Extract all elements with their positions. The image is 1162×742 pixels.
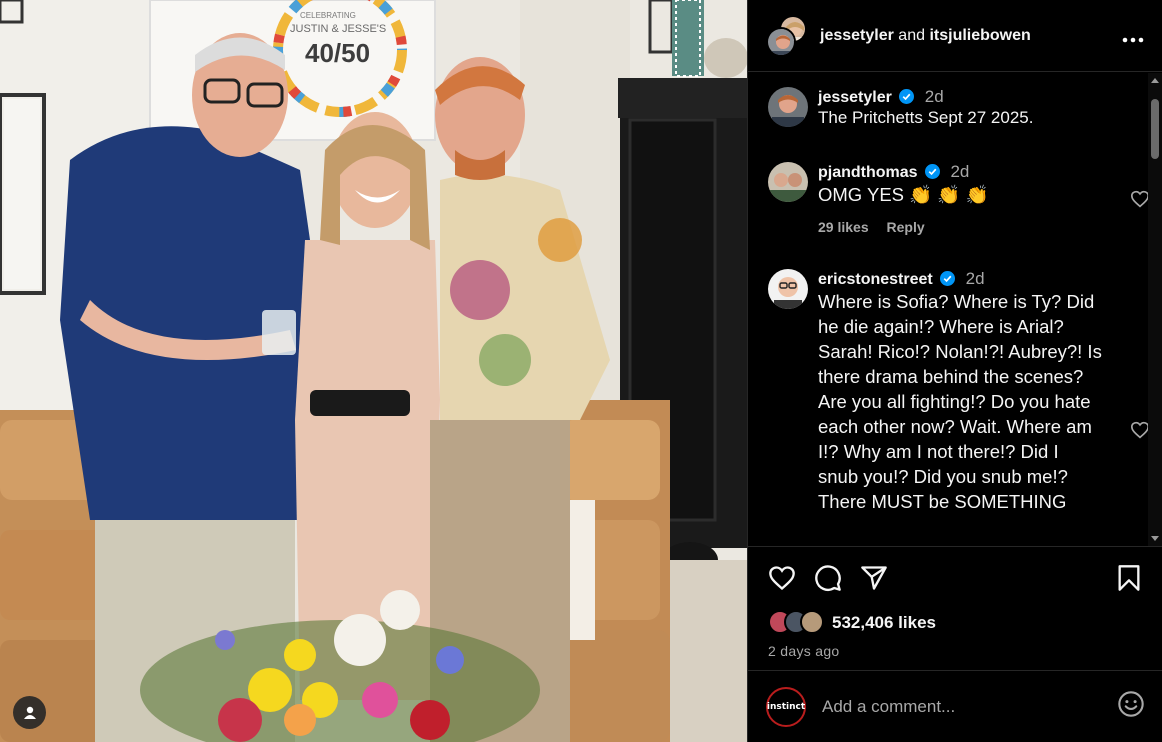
header-and-text: and — [898, 26, 925, 44]
sign-top-text: CELEBRATING — [300, 11, 356, 20]
verified-badge-icon — [940, 271, 956, 286]
comment-input[interactable] — [822, 696, 1117, 717]
like-comment-heart-icon[interactable] — [1130, 421, 1150, 439]
person-icon — [23, 706, 36, 719]
comment-bubble-icon — [815, 565, 841, 591]
comment-username[interactable]: jessetyler — [818, 89, 892, 106]
post-caption: jessetyler 2d The Pritchetts Sept 27 202… — [768, 87, 1128, 129]
action-bar — [748, 547, 1162, 609]
comment-username[interactable]: pjandthomas — [818, 164, 918, 181]
header-username-2[interactable]: itsjuliebowen — [929, 27, 1030, 44]
post-photo[interactable]: CELEBRATING JUSTIN & JESSE'S 40/50 — [0, 0, 747, 742]
post-header: jessetyler and itsjuliebowen — [748, 0, 1162, 72]
comment-time[interactable]: 2d — [925, 87, 944, 106]
collab-avatars[interactable] — [766, 14, 808, 57]
tagged-users-button[interactable] — [13, 696, 46, 729]
emoji-icon — [1118, 691, 1144, 717]
caption-text: The Pritchetts Sept 27 2025. — [818, 108, 1034, 127]
emoji-picker-button[interactable] — [1117, 690, 1145, 723]
photo-illustration: CELEBRATING JUSTIN & JESSE'S 40/50 — [0, 0, 747, 742]
sign-number-text: 40/50 — [305, 38, 370, 68]
comment-item: ericstonestreet 2d Where is Sofia? Where… — [768, 269, 1150, 514]
verified-badge-icon — [925, 164, 941, 179]
comments-scrollbar[interactable] — [1148, 73, 1162, 546]
bookmark-icon — [1118, 565, 1140, 591]
likes-row: 532,406 likes — [748, 609, 1162, 637]
post-actions-section: 532,406 likes 2 days ago — [748, 546, 1162, 659]
liker-avatars[interactable] — [768, 610, 832, 636]
scroll-down-arrow-icon[interactable] — [1151, 536, 1159, 541]
scroll-up-arrow-icon[interactable] — [1151, 78, 1159, 83]
comment-text: OMG YES 👏 👏 👏 — [818, 184, 989, 205]
sign-names-text: JUSTIN & JESSE'S — [290, 23, 386, 35]
like-comment-heart-icon[interactable] — [1130, 190, 1150, 208]
post-timestamp[interactable]: 2 days ago — [748, 643, 1162, 659]
scrollbar-thumb[interactable] — [1151, 99, 1159, 159]
comment-time[interactable]: 2d — [950, 162, 969, 181]
comment-username[interactable]: ericstonestreet — [818, 271, 933, 288]
verified-badge-icon — [899, 89, 915, 104]
reply-button[interactable]: Reply — [887, 219, 925, 235]
post-side-panel: jessetyler and itsjuliebowen jessetyler … — [747, 0, 1162, 742]
likes-count[interactable]: 532,406 likes — [832, 613, 936, 633]
header-username-1[interactable]: jessetyler — [820, 27, 894, 44]
heart-icon — [769, 566, 795, 591]
collab-usernames: jessetyler and itsjuliebowen — [820, 27, 1031, 45]
save-button[interactable] — [1113, 562, 1145, 594]
like-button[interactable] — [766, 562, 798, 594]
avatar — [766, 26, 796, 57]
avatar[interactable] — [768, 269, 808, 309]
avatar[interactable] — [768, 162, 808, 202]
comments-list[interactable]: jessetyler 2d The Pritchetts Sept 27 202… — [748, 73, 1162, 546]
comment-time[interactable]: 2d — [966, 269, 985, 288]
comment-item: pjandthomas 2d OMG YES 👏 👏 👏 29 likes Re… — [768, 162, 1150, 235]
share-button[interactable] — [858, 562, 890, 594]
avatar — [800, 610, 824, 634]
more-options-button[interactable] — [1122, 25, 1144, 47]
comment-likes-count[interactable]: 29 likes — [818, 219, 869, 235]
comment-button[interactable] — [812, 562, 844, 594]
ellipsis-icon — [1122, 37, 1144, 42]
avatar[interactable] — [768, 87, 808, 127]
add-comment-bar: instinct — [748, 670, 1162, 742]
current-user-avatar[interactable]: instinct — [766, 686, 806, 727]
comment-text: Where is Sofia? Where is Ty? Did he die … — [818, 291, 1102, 512]
paper-plane-icon — [861, 566, 887, 590]
